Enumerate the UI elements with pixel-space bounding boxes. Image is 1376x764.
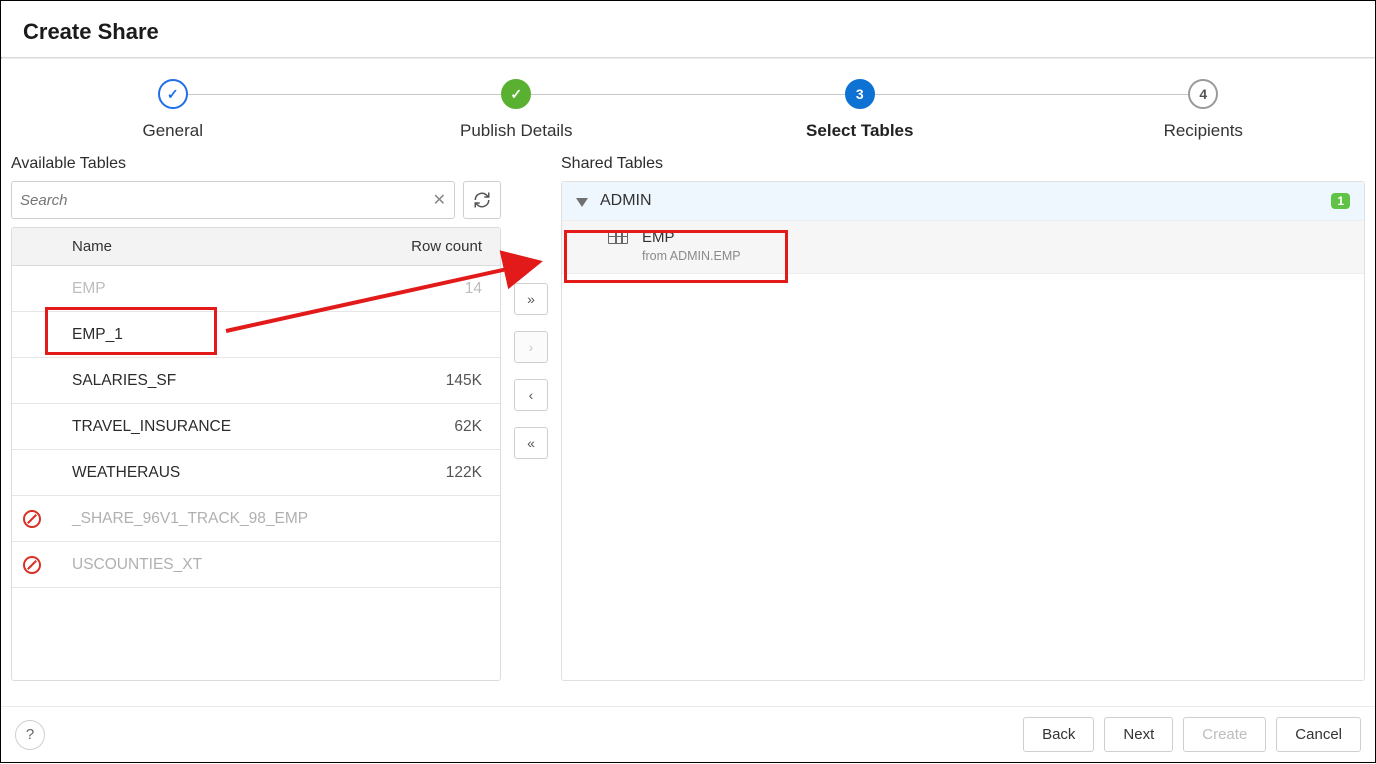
refresh-button[interactable]	[463, 181, 501, 219]
shared-tables-heading: Shared Tables	[561, 155, 1365, 173]
cell-rowcount: 145K	[360, 360, 500, 402]
next-button[interactable]: Next	[1104, 717, 1173, 752]
table-row[interactable]: WEATHERAUS 122K	[12, 450, 500, 496]
table-row[interactable]: _SHARE_96V1_TRACK_98_EMP	[12, 496, 500, 542]
remove-all-button[interactable]: «	[514, 427, 548, 459]
available-tables-heading: Available Tables	[11, 155, 501, 173]
col-name[interactable]: Name	[12, 228, 360, 265]
table-row[interactable]: EMP 14	[12, 266, 500, 312]
count-badge: 1	[1331, 193, 1350, 209]
collapse-icon	[576, 198, 588, 207]
available-tables-list: Name Row count EMP 14 EMP_1 SALARIES_SF …	[11, 227, 501, 681]
checkmark-icon: ✓	[158, 79, 188, 109]
add-one-button[interactable]: ›	[514, 331, 548, 363]
table-row[interactable]: SALARIES_SF 145K	[12, 358, 500, 404]
step-general[interactable]: ✓ General	[1, 79, 345, 141]
cell-rowcount: 62K	[360, 406, 500, 448]
cell-name: _SHARE_96V1_TRACK_98_EMP	[52, 498, 360, 540]
table-row[interactable]: USCOUNTIES_XT	[12, 542, 500, 588]
step-connector	[531, 94, 845, 95]
refresh-icon	[473, 191, 491, 209]
step-select-tables[interactable]: 3 Select Tables	[688, 79, 1032, 141]
cell-name: EMP_1	[52, 314, 360, 356]
shared-tables-list: ADMIN 1 EMP from ADMIN.EMP	[561, 181, 1365, 681]
checkmark-icon: ✓	[501, 79, 531, 109]
help-button[interactable]: ?	[15, 720, 45, 750]
step-publish-details[interactable]: ✓ Publish Details	[345, 79, 689, 141]
table-icon	[608, 232, 628, 244]
wizard-stepper: ✓ General ✓ Publish Details 3 Select Tab…	[1, 59, 1375, 149]
cell-name: SALARIES_SF	[52, 360, 360, 402]
cell-name: USCOUNTIES_XT	[52, 544, 360, 586]
step-label: Publish Details	[460, 121, 572, 141]
step-connector	[188, 94, 502, 95]
shared-item-source: from ADMIN.EMP	[608, 249, 1350, 263]
remove-one-button[interactable]: ‹	[514, 379, 548, 411]
cell-rowcount: 122K	[360, 452, 500, 494]
cell-name: WEATHERAUS	[52, 452, 360, 494]
cancel-button[interactable]: Cancel	[1276, 717, 1361, 752]
group-name: ADMIN	[600, 192, 652, 210]
back-button[interactable]: Back	[1023, 717, 1094, 752]
col-rowcount[interactable]: Row count	[360, 228, 500, 265]
table-header: Name Row count	[12, 228, 500, 266]
forbidden-icon	[23, 556, 41, 574]
shared-item-name: EMP	[642, 229, 675, 246]
cell-rowcount	[360, 507, 500, 531]
cell-name: TRAVEL_INSURANCE	[52, 406, 360, 448]
cell-rowcount: 14	[360, 268, 500, 310]
step-label: Recipients	[1164, 121, 1243, 141]
step-recipients[interactable]: 4 Recipients	[1032, 79, 1376, 141]
shared-item[interactable]: EMP from ADMIN.EMP	[562, 220, 1364, 274]
add-all-button[interactable]: »	[514, 283, 548, 315]
cell-rowcount	[360, 323, 500, 347]
search-box[interactable]: ✕	[11, 181, 455, 219]
step-number-icon: 3	[845, 79, 875, 109]
clear-icon[interactable]: ✕	[433, 190, 446, 210]
dialog-title: Create Share	[1, 1, 1375, 57]
cell-rowcount	[360, 553, 500, 577]
step-number-icon: 4	[1188, 79, 1218, 109]
step-label: General	[143, 121, 203, 141]
dialog-footer: ? Back Next Create Cancel	[1, 706, 1375, 762]
step-label: Select Tables	[806, 121, 913, 141]
table-row[interactable]: TRAVEL_INSURANCE 62K	[12, 404, 500, 450]
cell-name: EMP	[52, 268, 360, 310]
step-connector	[875, 94, 1189, 95]
search-input[interactable]	[20, 192, 433, 209]
create-button[interactable]: Create	[1183, 717, 1266, 752]
shared-group-header[interactable]: ADMIN 1	[562, 182, 1364, 220]
table-row[interactable]: EMP_1	[12, 312, 500, 358]
forbidden-icon	[23, 510, 41, 528]
